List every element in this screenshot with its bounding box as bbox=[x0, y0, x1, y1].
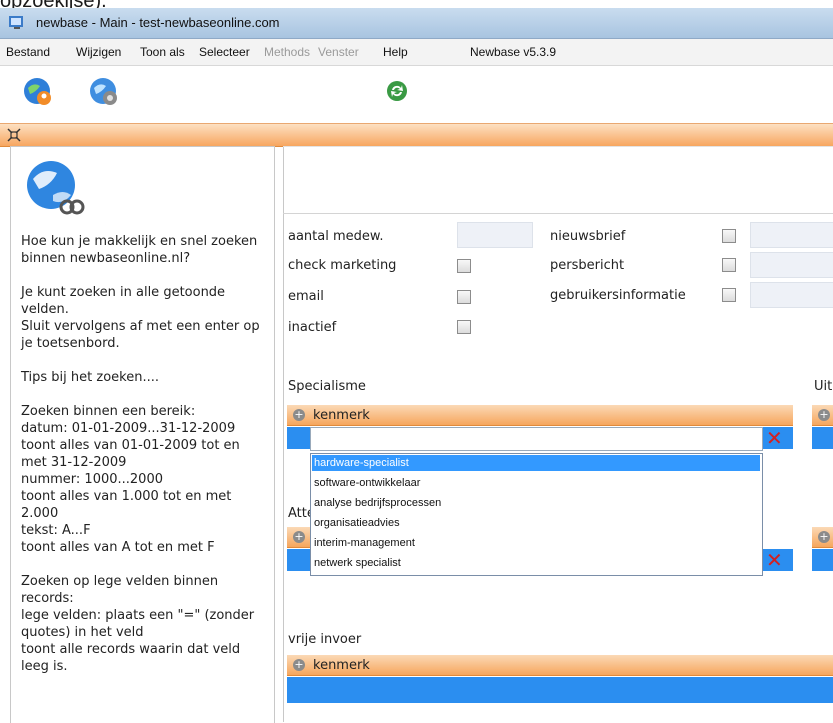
globe-search-icon bbox=[27, 161, 85, 215]
gebruikersinformatie-input[interactable] bbox=[750, 282, 833, 308]
inactief-checkbox[interactable] bbox=[457, 320, 471, 334]
persbericht-input[interactable] bbox=[750, 252, 833, 278]
label-email: email bbox=[288, 289, 324, 304]
vrije-invoer-kenmerk-header: kenmerk bbox=[313, 658, 370, 673]
label-gebruikersinformatie: gebruikersinformatie bbox=[550, 288, 686, 303]
help-text: Hoe kun je makkelijk en snel zoeken binn… bbox=[21, 234, 260, 674]
window-titlebar[interactable]: newbase - Main - test-newbaseonline.com bbox=[0, 8, 833, 39]
label-aantal-medew: aantal medew. bbox=[288, 229, 384, 244]
specialisme-label: Specialisme bbox=[288, 379, 366, 394]
menu-methods[interactable]: Methods bbox=[264, 45, 310, 59]
form-divider bbox=[283, 213, 833, 214]
right-panel-border bbox=[283, 146, 284, 722]
dropdown-option[interactable]: software-ontwikkelaar bbox=[312, 475, 760, 491]
delete-row-icon[interactable]: ✕ bbox=[766, 428, 783, 448]
specialisme-grid-header-end bbox=[763, 405, 793, 426]
uit-row[interactable] bbox=[812, 427, 833, 449]
vrije-invoer-add-row-icon[interactable]: + bbox=[293, 659, 305, 671]
dropdown-option[interactable]: netwerk specialist bbox=[312, 555, 760, 571]
persbericht-checkbox[interactable] bbox=[722, 258, 736, 272]
app-icon bbox=[9, 16, 23, 29]
menu-selecteer[interactable]: Selecteer bbox=[199, 45, 250, 59]
menu-help[interactable]: Help bbox=[383, 45, 408, 59]
dropdown-option[interactable]: interim-management bbox=[312, 535, 760, 551]
menu-bestand[interactable]: Bestand bbox=[6, 45, 50, 59]
uit-label-fragment: Uit bbox=[814, 379, 833, 394]
toolbar bbox=[0, 66, 833, 116]
atte-right-add-row-icon[interactable]: + bbox=[818, 531, 830, 543]
orange-panel-bar bbox=[0, 123, 833, 147]
split-view-icon[interactable] bbox=[6, 127, 22, 143]
specialisme-grid-header: + kenmerk bbox=[287, 405, 763, 426]
label-inactief: inactief bbox=[288, 320, 337, 335]
menu-bar: Bestand Wijzigen Toon als Selecteer Meth… bbox=[0, 39, 833, 66]
gebruikersinformatie-checkbox[interactable] bbox=[722, 288, 736, 302]
nieuwsbrief-input[interactable] bbox=[750, 222, 833, 248]
version-label: Newbase v5.3.9 bbox=[470, 45, 557, 59]
dropdown-option[interactable]: analyse bedrijfsprocessen bbox=[312, 495, 760, 511]
check-marketing-checkbox[interactable] bbox=[457, 259, 471, 273]
vrije-invoer-grid-header: + kenmerk bbox=[287, 655, 833, 676]
label-persbericht: persbericht bbox=[550, 258, 625, 273]
refresh-icon[interactable] bbox=[386, 80, 408, 102]
globe-user-icon[interactable] bbox=[22, 76, 54, 108]
menu-venster[interactable]: Venster bbox=[318, 45, 359, 59]
specialisme-kenmerk-input[interactable] bbox=[310, 427, 763, 451]
window-title: newbase - Main - test-newbaseonline.com bbox=[36, 15, 280, 30]
help-panel: Hoe kun je makkelijk en snel zoeken binn… bbox=[10, 146, 275, 723]
vrije-invoer-label: vrije invoer bbox=[288, 632, 362, 647]
dropdown-option[interactable]: organisatieadvies bbox=[312, 515, 760, 531]
uit-grid-header: + bbox=[812, 405, 833, 426]
globe-settings-icon[interactable] bbox=[88, 76, 120, 108]
aantal-medew-input[interactable] bbox=[457, 222, 533, 248]
label-check-marketing: check marketing bbox=[288, 258, 397, 273]
nieuwsbrief-checkbox[interactable] bbox=[722, 229, 736, 243]
menu-toon-als[interactable]: Toon als bbox=[140, 45, 185, 59]
kenmerk-dropdown-list[interactable]: hardware-specialist software-ontwikkelaa… bbox=[310, 453, 763, 576]
vrije-invoer-row[interactable] bbox=[287, 677, 833, 703]
right-top-divider bbox=[283, 146, 833, 147]
kenmerk-column-header: kenmerk bbox=[313, 408, 370, 423]
email-checkbox[interactable] bbox=[457, 290, 471, 304]
dropdown-option[interactable]: hardware-specialist bbox=[312, 455, 760, 471]
atte-right-row[interactable] bbox=[812, 549, 833, 571]
atte-delete-row-icon[interactable]: ✕ bbox=[766, 550, 783, 570]
uit-add-row-icon[interactable]: + bbox=[818, 409, 830, 421]
atte-right-grid-header: + bbox=[812, 527, 833, 548]
atte-add-row-icon[interactable]: + bbox=[293, 531, 305, 543]
add-row-icon[interactable]: + bbox=[293, 409, 305, 421]
menu-wijzigen[interactable]: Wijzigen bbox=[76, 45, 121, 59]
label-nieuwsbrief: nieuwsbrief bbox=[550, 229, 626, 244]
